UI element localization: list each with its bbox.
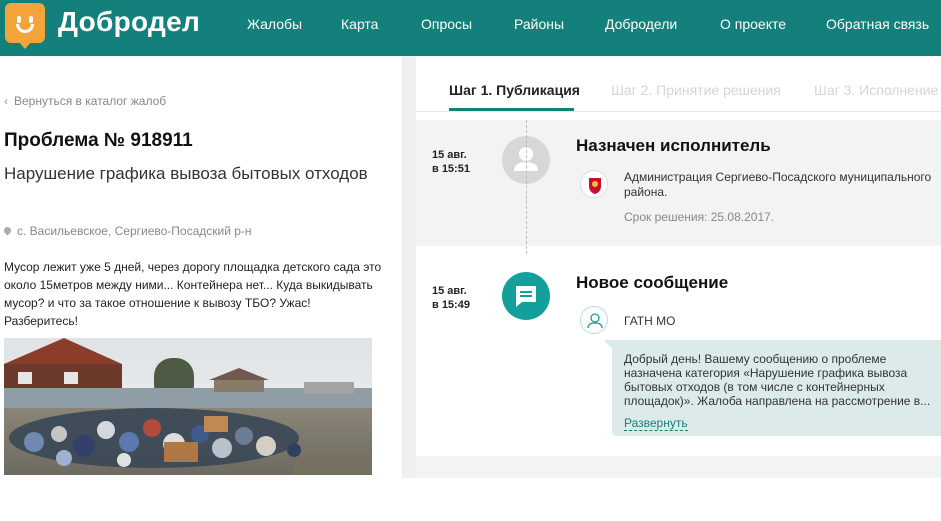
event-assigned: 15 авг. в 15:51 Назначен исполнитель Адм…	[416, 120, 941, 246]
user-outline-svg	[587, 313, 603, 329]
expand-link[interactable]: Развернуть	[624, 416, 688, 431]
chevron-left-icon: ‹	[4, 94, 8, 108]
nav-feedback[interactable]: Обратная связь	[826, 16, 929, 32]
problem-subtitle: Нарушение графика вывоза бытовых отходов	[4, 164, 368, 183]
nav-about[interactable]: О проекте	[720, 16, 786, 32]
back-link-label: Вернуться в каталог жалоб	[14, 94, 167, 108]
event-title: Новое сообщение	[576, 273, 729, 292]
logo-smile	[16, 24, 34, 33]
location-pin-icon	[2, 225, 13, 236]
nav-complaints[interactable]: Жалобы	[247, 16, 302, 32]
panel-gutter	[402, 56, 416, 521]
event-title: Назначен исполнитель	[576, 136, 771, 155]
location-text: с. Васильевское, Сергиево-Посадский р-н	[17, 224, 252, 238]
event-date: 15 авг. в 15:49	[432, 284, 470, 312]
tab-step2[interactable]: Шаг 2. Принятие решения	[611, 82, 781, 98]
event-date-time: в 15:49	[432, 299, 470, 311]
garbage-photo-image	[4, 338, 372, 475]
message-icon	[502, 272, 550, 320]
timeline-panel: Шаг 1. Публикация Шаг 2. Принятие решени…	[416, 64, 941, 478]
back-link[interactable]: ‹ Вернуться в каталог жалоб	[4, 94, 166, 108]
next-event-placeholder	[416, 456, 941, 478]
problem-description: Мусор лежит уже 5 дней, через дорогу пло…	[4, 260, 382, 328]
page-footer-blank	[0, 478, 941, 521]
nav-polls[interactable]: Опросы	[421, 16, 472, 32]
user-outline-icon	[580, 306, 608, 334]
nav-districts[interactable]: Районы	[514, 16, 564, 32]
problem-photo[interactable]	[4, 338, 372, 475]
coat-of-arms-svg	[589, 178, 601, 194]
tab-step1[interactable]: Шаг 1. Публикация	[449, 82, 580, 98]
problem-panel: ‹ Вернуться в каталог жалоб Проблема № 91…	[0, 56, 402, 521]
nav-dobrodeli[interactable]: Добродели	[605, 16, 677, 32]
message-bubble: Добрый день! Вашему сообщению о проблеме…	[604, 340, 941, 436]
tabs-divider	[416, 111, 941, 112]
message-author[interactable]: ГАТН МО	[624, 314, 675, 328]
location: с. Васильевское, Сергиево-Посадский р-н	[2, 224, 252, 238]
coat-of-arms-icon	[580, 170, 608, 198]
tab-step3[interactable]: Шаг 3. Исполнение	[814, 82, 938, 98]
event-message: 15 авг. в 15:49 Новое сообщение ГАТН МО …	[416, 254, 941, 450]
problem-title: Проблема № 918911	[4, 130, 193, 151]
message-svg	[516, 286, 536, 307]
event-date-day: 15 авг.	[432, 285, 467, 297]
logo-eye-left	[17, 16, 21, 23]
org-name[interactable]: Администрация Сергиево-Посадского муници…	[624, 170, 941, 200]
nav-map[interactable]: Карта	[341, 16, 378, 32]
deadline-text: Срок решения: 25.08.2017.	[624, 210, 775, 224]
logo-eye-right	[29, 16, 33, 23]
brand-name[interactable]: Добродел	[58, 6, 200, 38]
step-tabs: Шаг 1. Публикация Шаг 2. Принятие решени…	[416, 64, 941, 112]
top-navbar: Добродел Жалобы Карта Опросы Районы Добр…	[0, 0, 941, 56]
message-text: Добрый день! Вашему сообщению о проблеме…	[624, 352, 931, 408]
event-date-time: в 15:51	[432, 163, 470, 175]
smile-logo-icon[interactable]	[5, 3, 45, 49]
event-date-day: 15 авг.	[432, 149, 467, 161]
event-date: 15 авг. в 15:51	[432, 148, 470, 176]
